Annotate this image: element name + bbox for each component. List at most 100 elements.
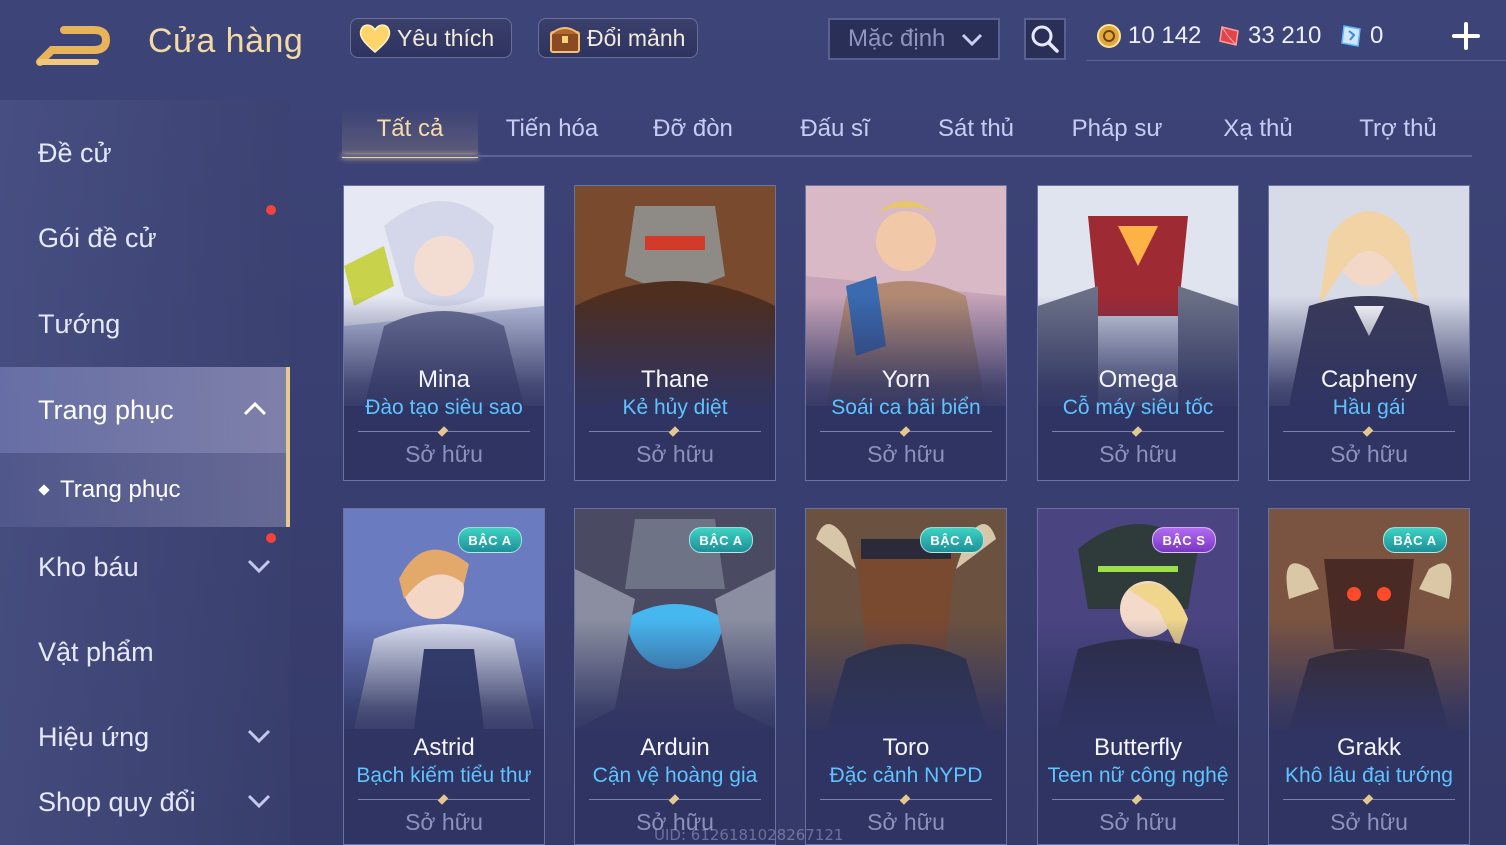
tier-badge: BẬC S bbox=[1152, 527, 1216, 553]
sidebar-item-heroes[interactable]: Tướng bbox=[0, 281, 290, 367]
tier-badge: BẬC A bbox=[920, 527, 984, 553]
shard-exchange-button[interactable]: Đổi mảnh bbox=[538, 18, 698, 58]
hero-name: Grakk bbox=[1336, 734, 1401, 761]
chevron-down-icon bbox=[247, 559, 271, 574]
notification-dot bbox=[266, 533, 276, 543]
sidebar-item-recommended[interactable]: Đề cử bbox=[0, 110, 290, 196]
ticket-amount: 0 bbox=[1370, 22, 1384, 49]
skin-card[interactable]: BẬC A Arduin Cận vệ hoàng gia Sở hữu bbox=[574, 508, 776, 845]
divider bbox=[1052, 431, 1224, 432]
skin-name: Kẻ hủy diệt bbox=[622, 396, 728, 419]
sidebar-item-label: Trang phục bbox=[38, 394, 174, 425]
owned-status: Sở hữu bbox=[1099, 441, 1177, 467]
divider bbox=[358, 799, 530, 800]
tab-tank[interactable]: Đỡ đòn bbox=[625, 108, 761, 154]
skin-card[interactable]: Capheny Hầu gái Sở hữu bbox=[1268, 185, 1470, 481]
header-divider bbox=[1086, 60, 1506, 61]
sidebar-item-recommended-bundles[interactable]: Gói đề cử bbox=[0, 195, 290, 281]
bullet-diamond-icon bbox=[38, 484, 50, 496]
skin-card[interactable]: Omega Cỗ máy siêu tốc Sở hữu bbox=[1037, 185, 1239, 481]
owned-status: Sở hữu bbox=[1099, 809, 1177, 835]
tier-badge: BẬC A bbox=[1383, 527, 1447, 553]
card-fade bbox=[1269, 619, 1469, 819]
owned-status: Sở hữu bbox=[405, 809, 483, 835]
owned-status: Sở hữu bbox=[1330, 441, 1408, 467]
tab-fighter[interactable]: Đấu sĩ bbox=[767, 108, 903, 154]
chevron-down-icon bbox=[247, 729, 271, 744]
sidebar-item-items[interactable]: Vật phẩm bbox=[0, 609, 290, 695]
search-button[interactable] bbox=[1024, 18, 1066, 60]
sort-dropdown[interactable]: Mặc định bbox=[828, 18, 1000, 60]
card-fade bbox=[575, 619, 775, 819]
sidebar-item-label: Hiệu ứng bbox=[38, 721, 150, 752]
skin-name: Teen nữ công nghệ bbox=[1047, 764, 1229, 787]
card-fade bbox=[806, 619, 1006, 819]
gold-coin-icon bbox=[1097, 24, 1121, 48]
chest-icon bbox=[550, 27, 580, 53]
skin-card[interactable]: BẬC A Astrid Bạch kiếm tiểu thư Sở hữu bbox=[343, 508, 545, 845]
tab-marksman[interactable]: Xạ thủ bbox=[1190, 108, 1326, 154]
gold-amount: 10 142 bbox=[1128, 22, 1202, 49]
hero-name: Thane bbox=[640, 366, 710, 393]
skin-name: Soái ca bãi biển bbox=[831, 396, 981, 419]
notification-dot bbox=[266, 205, 276, 215]
skin-name: Cỗ máy siêu tốc bbox=[1062, 396, 1214, 419]
owned-status: Sở hữu bbox=[867, 441, 945, 467]
tab-evolution[interactable]: Tiến hóa bbox=[484, 108, 620, 154]
plus-icon[interactable] bbox=[1448, 18, 1484, 54]
skin-card[interactable]: BẬC S Butterfly Teen nữ công nghệ Sở hữu bbox=[1037, 508, 1239, 845]
page-title: Cửa hàng bbox=[148, 22, 304, 60]
skin-card[interactable]: BẬC A Toro Đặc cảnh NYPD Sở hữu bbox=[805, 508, 1007, 845]
skin-name: Đặc cảnh NYPD bbox=[829, 764, 983, 787]
divider bbox=[820, 799, 992, 800]
skin-card[interactable]: BẬC A Grakk Khô lâu đại tướng Sở hữu bbox=[1268, 508, 1470, 845]
heart-icon bbox=[359, 24, 391, 53]
ticket-icon bbox=[1341, 25, 1361, 47]
hero-name: Mina bbox=[417, 366, 471, 393]
divider bbox=[820, 431, 992, 432]
sidebar-subitem-label: Trang phục bbox=[60, 476, 181, 503]
sidebar-item-treasure[interactable]: Kho báu bbox=[0, 524, 290, 610]
user-id-watermark: UID: 6126181028267121 bbox=[654, 826, 844, 844]
favorite-button[interactable]: Yêu thích bbox=[350, 18, 512, 58]
skin-name: Đào tạo siêu sao bbox=[365, 396, 523, 419]
sidebar-item-label: Tướng bbox=[38, 308, 121, 339]
sidebar-item-exchange-shop[interactable]: Shop quy đổi bbox=[0, 759, 290, 845]
voucher-gem-icon bbox=[1219, 26, 1239, 46]
divider bbox=[1283, 799, 1455, 800]
skin-name: Khô lâu đại tướng bbox=[1285, 764, 1453, 787]
back-arrow-icon[interactable] bbox=[36, 22, 118, 66]
owned-status: Sở hữu bbox=[405, 441, 483, 467]
sidebar-item-label: Kho báu bbox=[38, 551, 139, 582]
skin-card[interactable]: Thane Kẻ hủy diệt Sở hữu bbox=[574, 185, 776, 481]
divider bbox=[589, 431, 761, 432]
hero-name: Yorn bbox=[881, 366, 931, 393]
hero-name: Toro bbox=[882, 734, 930, 761]
tab-support[interactable]: Trợ thủ bbox=[1330, 108, 1466, 154]
sidebar-item-label: Gói đề cử bbox=[38, 222, 157, 253]
skin-name: Bạch kiếm tiểu thư bbox=[356, 764, 532, 787]
hero-name: Astrid bbox=[413, 734, 475, 761]
skin-card[interactable]: Yorn Soái ca bãi biển Sở hữu bbox=[805, 185, 1007, 481]
skin-card[interactable]: Mina Đào tạo siêu sao Sở hữu bbox=[343, 185, 545, 481]
card-fade bbox=[1038, 619, 1238, 819]
sidebar-subitem-skins[interactable]: Trang phục bbox=[0, 453, 290, 527]
sort-value: Mặc định bbox=[848, 25, 946, 52]
divider bbox=[1283, 431, 1455, 432]
chevron-down-icon bbox=[961, 33, 983, 47]
card-fade bbox=[344, 619, 544, 819]
tier-badge: BẬC A bbox=[458, 527, 522, 553]
top-bar: Cửa hàng Yêu thích Đổi mảnh Mặc định 10 … bbox=[0, 0, 1506, 80]
tab-all[interactable]: Tất cả bbox=[342, 108, 478, 158]
voucher-balance: 33 210 bbox=[1216, 22, 1321, 50]
tab-assassin[interactable]: Sát thủ bbox=[908, 108, 1044, 154]
tab-mage[interactable]: Pháp sư bbox=[1049, 108, 1185, 154]
sidebar-item-label: Shop quy đổi bbox=[38, 786, 196, 817]
voucher-amount: 33 210 bbox=[1248, 22, 1322, 49]
ticket-balance: 0 bbox=[1338, 22, 1383, 50]
sidebar-item-skins[interactable]: Trang phục bbox=[0, 367, 290, 453]
hero-name: Capheny bbox=[1320, 366, 1418, 393]
gold-balance: 10 142 bbox=[1096, 22, 1201, 50]
tabs-divider bbox=[342, 155, 1472, 157]
divider bbox=[1052, 799, 1224, 800]
